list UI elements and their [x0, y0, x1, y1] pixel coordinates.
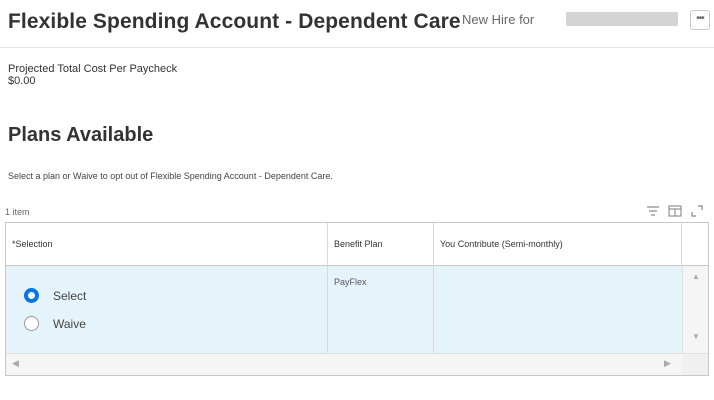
vertical-scrollbar[interactable]: ▲ ▼ [682, 266, 708, 353]
table-row: Select Waive PayFlex [6, 266, 682, 353]
more-actions-button[interactable]: ••• [690, 10, 710, 30]
columns-icon[interactable] [667, 203, 683, 219]
select-radio[interactable] [24, 288, 39, 303]
plans-instructions: Select a plan or Waive to opt out of Fle… [8, 171, 333, 181]
new-hire-subtitle: New Hire for [462, 12, 535, 27]
selection-cell: Select Waive [6, 266, 328, 353]
page-header: Flexible Spending Account - Dependent Ca… [0, 0, 714, 48]
benefit-plan-cell: PayFlex [328, 266, 434, 353]
waive-radio-label: Waive [53, 316, 86, 331]
select-radio-label: Select [53, 288, 87, 303]
redacted-employee-name [566, 12, 678, 26]
scroll-right-icon[interactable]: ▶ [664, 358, 671, 369]
filter-icon[interactable] [645, 203, 661, 219]
contribution-cell [434, 266, 682, 353]
scrollbar-corner [682, 354, 708, 375]
scroll-left-icon[interactable]: ◀ [12, 358, 19, 369]
horizontal-scrollbar[interactable]: ◀ ▶ [6, 353, 708, 375]
item-count: 1 item [5, 207, 30, 217]
column-header-selection[interactable]: *Selection [6, 223, 328, 266]
select-option[interactable]: Select [24, 288, 86, 303]
scroll-down-icon[interactable]: ▼ [683, 332, 709, 346]
plans-grid: *Selection Benefit Plan You Contribute (… [5, 222, 709, 376]
scroll-up-icon[interactable]: ▲ [683, 272, 709, 286]
projected-cost-value: $0.00 [8, 75, 36, 87]
grid-header: *Selection Benefit Plan You Contribute (… [6, 223, 708, 266]
grid-toolbar [645, 203, 705, 219]
benefit-plan-name: PayFlex [334, 277, 367, 287]
column-header-benefit-plan[interactable]: Benefit Plan [328, 223, 434, 266]
column-header-spacer [682, 223, 708, 266]
plans-available-heading: Plans Available [8, 124, 154, 146]
projected-cost-label: Projected Total Cost Per Paycheck [8, 63, 178, 75]
column-header-contribution[interactable]: You Contribute (Semi-monthly) [434, 223, 682, 266]
waive-radio[interactable] [24, 316, 39, 331]
expand-icon[interactable] [689, 203, 705, 219]
page-title: Flexible Spending Account - Dependent Ca… [8, 10, 461, 33]
waive-option[interactable]: Waive [24, 316, 86, 331]
